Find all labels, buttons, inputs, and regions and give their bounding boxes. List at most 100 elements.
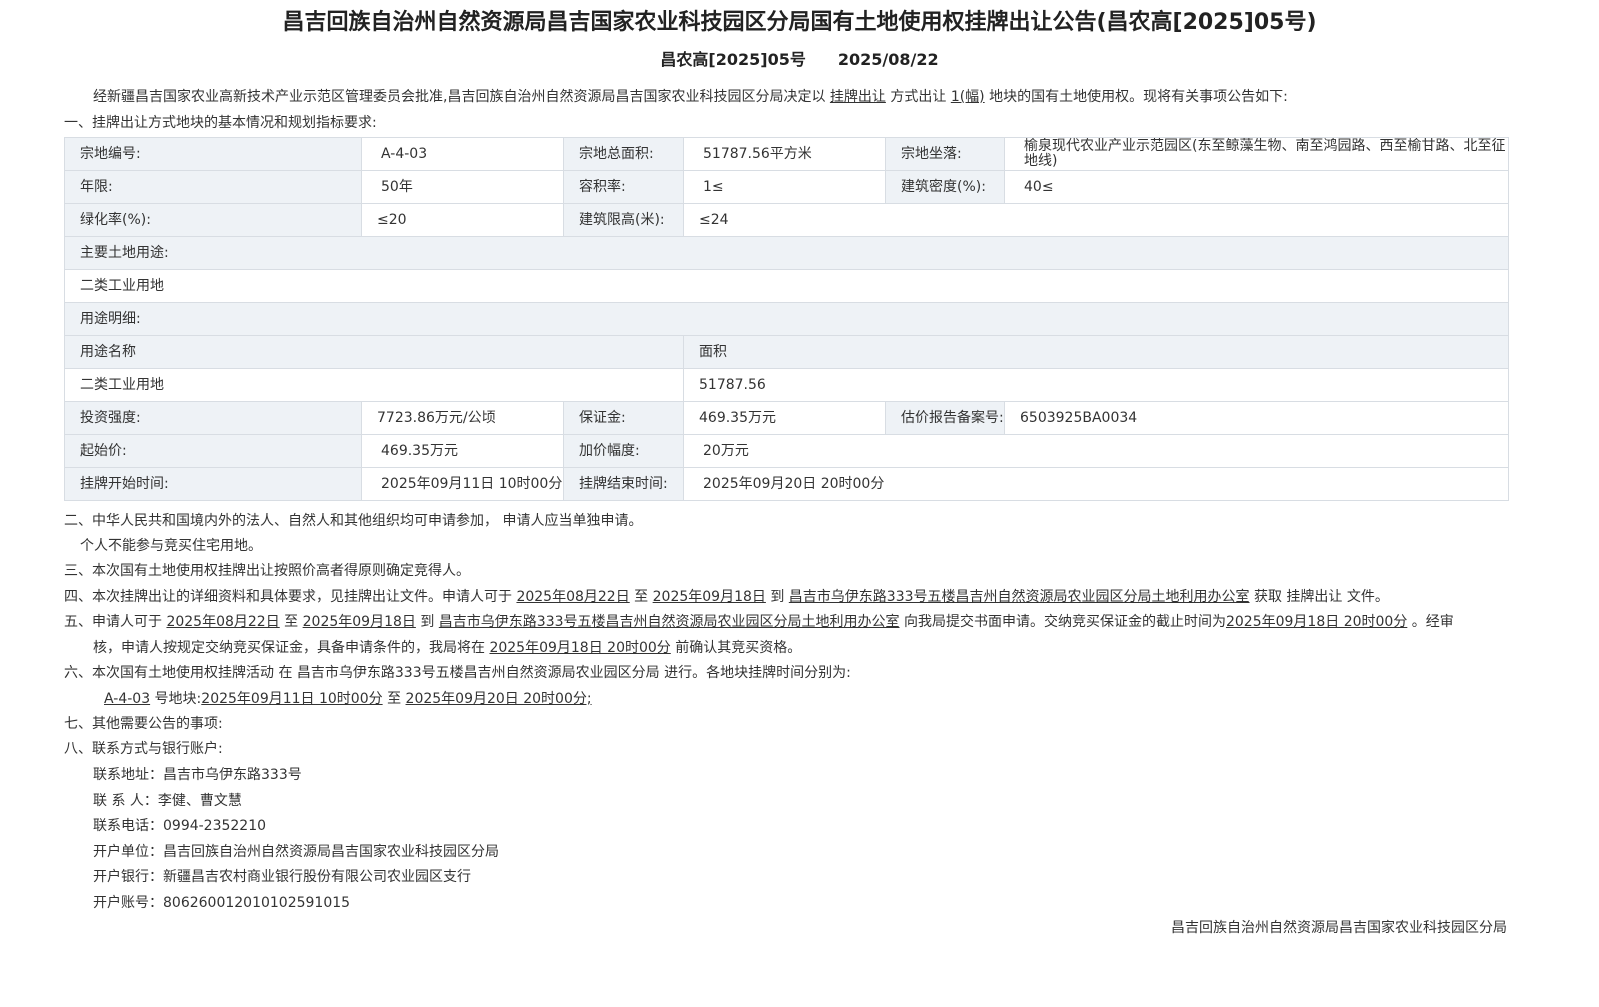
account-number: 开户账号：806260012010102591015 [93,895,351,911]
start-price-value: 469.35万元 [361,434,564,468]
s5-text-4: 向我局提交书面申请。交纳竞买保证金的截止时间为 [899,614,1226,630]
invest-label: 投资强度: [64,401,362,435]
section4: 四、本次挂牌出让的详细资料和具体要求，见挂牌出让文件。申请人可于 2025年08… [64,584,1534,610]
listing-start-value: 2025年09月11日 10时00分 [361,467,564,501]
density-value: 40≤ [1004,170,1509,204]
table-row: 用途名称 面积 [64,335,1509,369]
doc-date: 2025/08/22 [837,50,939,69]
s5-text-7: 前确认其竞买资格。 [670,640,802,656]
intro-text-2: 方式出让 [885,89,951,105]
s6-text-2: 号地块: [150,691,202,707]
table-row: 绿化率(%): ≤20 建筑限高(米): ≤24 [64,203,1509,237]
s5-text-2: 至 [279,614,303,630]
s5-place: 昌吉市乌伊东路333号五楼昌吉州自然资源局农业园区分局土地利用办公室 [438,614,900,630]
density-label: 建筑密度(%): [885,170,1005,204]
section2-line2: 个人不能参与竞买住宅用地。 [80,538,262,554]
use-area-value: 51787.56 [683,368,1509,402]
s6-end: 2025年09月20日 20时00分; [405,691,592,707]
contact-address: 联系地址：昌吉市乌伊东路333号 [93,767,302,783]
page-title: 昌吉回族自治州自然资源局昌吉国家农业科技园区分局国有土地使用权挂牌出让公告(昌农… [282,10,1317,35]
account-bank: 开户银行：新疆昌吉农村商业银行股份有限公司农业园区支行 [93,869,471,885]
listing-start-label: 挂牌开始时间: [64,467,362,501]
term-label: 年限: [64,170,362,204]
appraisal-value: 6503925BA0034 [1004,401,1509,435]
s5-confirm-date: 2025年09月18日 20时00分 [489,640,671,656]
table-row: 主要土地用途: [64,236,1509,270]
main-use-label: 主要土地用途: [64,236,1509,270]
s5-text-3: 到 [415,614,439,630]
s4-date-start: 2025年08月22日 [516,589,630,605]
doc-number: 昌农高[2025]05号 [660,50,806,69]
invest-value: 7723.86万元/公顷 [361,401,564,435]
s6-text-3: 至 [382,691,406,707]
s4-text-2: 至 [629,589,653,605]
section5-line2: 核，申请人按规定交纳竞买保证金，具备申请条件的，我局将在 2025年09月18日… [93,635,1563,661]
table-row: 挂牌开始时间: 2025年09月11日 10时00分 挂牌结束时间: 2025年… [64,467,1509,501]
intro-paragraph: 经新疆昌吉国家农业高新技术产业示范区管理委员会批准,昌吉回族自治州自然资源局昌吉… [93,84,1563,110]
parcel-no-label: 宗地编号: [64,137,362,171]
section5-line1: 五、申请人可于 2025年08月22日 至 2025年09月18日 到 昌吉市乌… [64,609,1534,635]
listing-end-value: 2025年09月20日 20时00分 [683,467,1509,501]
term-value: 50年 [361,170,564,204]
table-row: 年限: 50年 容积率: 1≤ 建筑密度(%): 40≤ [64,170,1509,204]
section7: 七、其他需要公告的事项: [64,716,223,732]
deposit-label: 保证金: [563,401,684,435]
main-use-value: 二类工业用地 [64,269,1509,303]
section1-heading: 一、挂牌出让方式地块的基本情况和规划指标要求: [64,115,377,131]
use-name-value: 二类工业用地 [64,368,684,402]
s5-text-6: 核，申请人按规定交纳竞买保证金，具备申请条件的，我局将在 [93,640,490,656]
parcel-info-table: 宗地编号: A-4-03 宗地总面积: 51787.56平方米 宗地坐落: 榆泉… [64,137,1509,501]
table-row: 二类工业用地 51787.56 [64,368,1509,402]
increment-value: 20万元 [683,434,1509,468]
green-value: ≤20 [361,203,564,237]
table-row: 投资强度: 7723.86万元/公顷 保证金: 469.35万元 估价报告备案号… [64,401,1509,435]
height-value: ≤24 [683,203,1509,237]
table-row: 用途明细: [64,302,1509,336]
s5-date-start: 2025年08月22日 [166,614,280,630]
total-area-value: 51787.56平方米 [683,137,886,171]
green-label: 绿化率(%): [64,203,362,237]
table-row: 宗地编号: A-4-03 宗地总面积: 51787.56平方米 宗地坐落: 榆泉… [64,137,1509,171]
account-unit: 开户单位：昌吉回族自治州自然资源局昌吉国家农业科技园区分局 [93,844,499,860]
s5-deadline: 2025年09月18日 20时00分 [1225,614,1408,630]
contact-phone: 联系电话：0994-2352210 [93,818,267,834]
location-label: 宗地坐落: [885,137,1005,171]
contact-person: 联 系 人：李健、曹文慧 [93,793,242,809]
s5-text-5: 。经审 [1407,614,1454,630]
intro-text-3: 地块的国有土地使用权。现将有关事项公告如下: [984,89,1288,105]
s4-place: 昌吉市乌伊东路333号五楼昌吉州自然资源局农业园区分局土地利用办公室 [788,589,1250,605]
section6-line2: A-4-03 号地块:2025年09月11日 10时00分 至 2025年09月… [104,686,1574,712]
section6-line1: 六、本次国有土地使用权挂牌活动 在 昌吉市乌伊东路333号五楼昌吉州自然资源局农… [64,665,851,681]
total-area-label: 宗地总面积: [563,137,684,171]
s4-text-3: 到 [765,589,789,605]
far-label: 容积率: [563,170,684,204]
section2-line1: 二、中华人民共和国境内外的法人、自然人和其他组织均可申请参加， 申请人应当单独申… [64,513,643,529]
s4-date-end: 2025年09月18日 [652,589,766,605]
start-price-label: 起始价: [64,434,362,468]
transfer-method: 挂牌出让 [829,89,886,105]
intro-text-1: 经新疆昌吉国家农业高新技术产业示范区管理委员会批准,昌吉回族自治州自然资源局昌吉… [93,89,830,105]
s4-text-1: 四、本次挂牌出让的详细资料和具体要求，见挂牌出让文件。申请人可于 [64,589,517,605]
area-header: 面积 [683,335,1509,369]
use-detail-label: 用途明细: [64,302,1509,336]
section3: 三、本次国有土地使用权挂牌出让按照价高者得原则确定竞得人。 [64,563,470,579]
section8: 八、联系方式与银行账户: [64,741,223,757]
table-row: 二类工业用地 [64,269,1509,303]
far-value: 1≤ [683,170,886,204]
parcel-no-value: A-4-03 [361,137,564,171]
location-value: 榆泉现代农业产业示范园区(东至鲸藻生物、南至鸿园路、西至榆甘路、北至征地线) [1004,137,1509,171]
height-label: 建筑限高(米): [563,203,684,237]
s6-parcel: A-4-03 [104,691,151,707]
s6-start: 2025年09月11日 10时00分 [201,691,383,707]
s4-text-4: 获取 挂牌出让 文件。 [1249,589,1389,605]
parcel-count: 1(幅) [950,89,985,105]
listing-end-label: 挂牌结束时间: [563,467,684,501]
table-row: 起始价: 469.35万元 加价幅度: 20万元 [64,434,1509,468]
doc-meta: 昌农高[2025]05号 2025/08/22 [0,46,1599,70]
increment-label: 加价幅度: [563,434,684,468]
issuer-signature: 昌吉回族自治州自然资源局昌吉国家农业科技园区分局 [1171,920,1507,936]
deposit-value: 469.35万元 [683,401,886,435]
appraisal-label: 估价报告备案号: [885,401,1005,435]
s5-text-1: 五、申请人可于 [64,614,167,630]
use-name-header: 用途名称 [64,335,684,369]
